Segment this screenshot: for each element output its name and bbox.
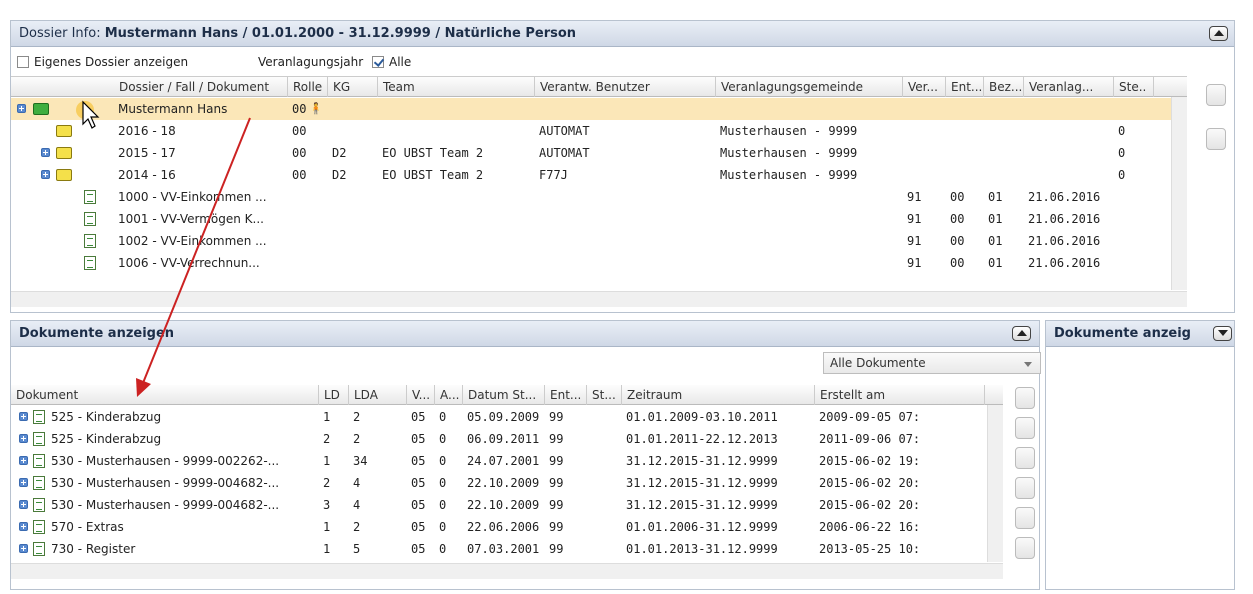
annotation-arrow [136, 117, 251, 397]
mouse-cursor-icon [76, 100, 100, 129]
